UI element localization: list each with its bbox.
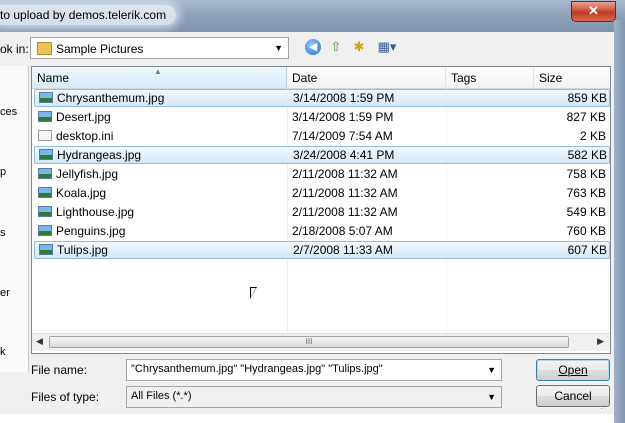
image-file-icon — [38, 206, 52, 217]
file-size-cell: 607 KB — [567, 243, 607, 257]
window-title: to upload by demos.telerik.com — [0, 5, 177, 25]
file-name-cell: Koala.jpg — [56, 186, 107, 200]
look-in-label: ok in: — [0, 42, 29, 56]
place-item[interactable]: er — [0, 287, 10, 299]
file-name-cell: desktop.ini — [56, 129, 114, 143]
image-file-icon — [39, 92, 53, 103]
file-row[interactable]: Penguins.jpg 2/18/2008 5:07 AM 760 KB — [34, 222, 610, 240]
image-file-icon — [38, 111, 52, 122]
close-button[interactable]: ✕ — [571, 1, 616, 22]
file-size-cell: 827 KB — [566, 110, 606, 124]
file-row[interactable]: Koala.jpg 2/11/2008 11:32 AM 763 KB — [34, 184, 610, 202]
file-row[interactable]: Hydrangeas.jpg 3/24/2008 4:41 PM 582 KB — [34, 146, 610, 164]
scroll-left-icon[interactable]: ◀ — [36, 336, 43, 347]
file-name-cell: Tulips.jpg — [57, 243, 108, 257]
place-item[interactable]: s — [0, 227, 6, 239]
file-row[interactable]: desktop.ini 7/14/2009 7:54 AM 2 KB — [34, 127, 610, 145]
file-row[interactable]: Desert.jpg 3/14/2008 1:59 PM 827 KB — [34, 108, 610, 126]
column-header-date[interactable]: Date — [287, 67, 446, 88]
resize-grip-icon[interactable]: ⋰ — [600, 400, 610, 411]
up-folder-icon[interactable]: ⇧ — [329, 38, 343, 56]
place-item[interactable]: k — [0, 346, 6, 358]
file-name-cell: Hydrangeas.jpg — [57, 148, 142, 162]
open-button[interactable]: Open — [536, 359, 610, 381]
file-size-cell: 549 KB — [566, 205, 606, 219]
file-name-cell: Jellyfish.jpg — [56, 167, 119, 181]
file-name-cell: Lighthouse.jpg — [56, 205, 135, 219]
place-item[interactable]: ces — [0, 106, 17, 118]
horizontal-scrollbar[interactable]: ◀ III ▶ — [32, 333, 610, 351]
file-size-cell: 582 KB — [567, 148, 607, 162]
file-date-cell: 2/11/2008 11:32 AM — [292, 167, 398, 181]
file-date-cell: 3/24/2008 4:41 PM — [293, 148, 395, 162]
chevron-down-icon[interactable]: ▼ — [487, 392, 496, 402]
mouse-cursor-icon — [250, 287, 257, 299]
file-date-cell: 3/14/2008 1:59 PM — [292, 110, 394, 124]
file-date-cell: 2/11/2008 11:32 AM — [292, 186, 398, 200]
scrollbar-thumb[interactable]: III — [49, 336, 569, 348]
file-name-cell: Penguins.jpg — [56, 224, 126, 238]
file-size-cell: 763 KB — [566, 186, 606, 200]
file-size-cell: 2 KB — [579, 129, 606, 143]
file-name-cell: Chrysanthemum.jpg — [57, 91, 165, 105]
file-type-label: Files of type: — [31, 390, 100, 404]
settings-file-icon — [38, 130, 52, 141]
image-file-icon — [38, 225, 52, 236]
chevron-down-icon[interactable]: ▼ — [487, 365, 496, 375]
image-file-icon — [38, 168, 52, 179]
file-size-cell: 859 KB — [567, 91, 607, 105]
file-date-cell: 2/11/2008 11:32 AM — [292, 205, 398, 219]
file-list[interactable]: ▲ Name Date Tags Size Chrysanthemum.jpg 3… — [31, 66, 611, 354]
place-item[interactable]: p — [0, 166, 6, 178]
look-in-dropdown[interactable]: Sample Pictures ▼ — [30, 37, 289, 59]
cancel-button[interactable]: Cancel — [536, 385, 610, 407]
file-date-cell: 7/14/2009 7:54 AM — [292, 129, 393, 143]
file-size-cell: 758 KB — [566, 167, 606, 181]
look-in-value: Sample Pictures — [56, 42, 144, 56]
file-date-cell: 2/7/2008 11:33 AM — [293, 243, 393, 257]
column-header-row: ▲ Name Date Tags Size — [32, 67, 610, 89]
folder-icon — [37, 42, 52, 55]
scroll-right-icon[interactable]: ▶ — [597, 336, 604, 347]
image-file-icon — [39, 244, 53, 255]
column-header-name[interactable]: ▲ Name — [32, 67, 287, 88]
file-name-label: File name: — [31, 363, 88, 377]
chevron-down-icon[interactable]: ▼ — [274, 43, 283, 53]
file-type-dropdown[interactable]: All Files (*.*) ▼ — [126, 386, 502, 408]
file-row[interactable]: Tulips.jpg 2/7/2008 11:33 AM 607 KB — [34, 241, 610, 259]
file-dialog: ok in: Sample Pictures ▼ ◀ ⇧ ✱ ▦▾ ces p … — [0, 32, 614, 414]
window-frame-right — [614, 20, 625, 423]
places-bar: ces p s er k — [0, 66, 29, 372]
column-header-tags[interactable]: Tags — [446, 67, 534, 88]
file-row[interactable]: Jellyfish.jpg 2/11/2008 11:32 AM 758 KB — [34, 165, 610, 183]
file-row[interactable]: Lighthouse.jpg 2/11/2008 11:32 AM 549 KB — [34, 203, 610, 221]
file-size-cell: 760 KB — [566, 224, 606, 238]
file-date-cell: 3/14/2008 1:59 PM — [293, 91, 395, 105]
views-menu-icon[interactable]: ▦▾ — [375, 38, 399, 56]
image-file-icon — [38, 187, 52, 198]
image-file-icon — [39, 149, 53, 160]
file-name-field[interactable]: "Chrysanthemum.jpg" "Hydrangeas.jpg" "Tu… — [126, 359, 502, 381]
new-folder-icon[interactable]: ✱ — [351, 38, 367, 56]
file-date-cell: 2/18/2008 5:07 AM — [292, 224, 393, 238]
title-bar: to upload by demos.telerik.com ✕ — [0, 0, 625, 32]
column-header-size[interactable]: Size — [534, 67, 610, 88]
file-row[interactable]: Chrysanthemum.jpg 3/14/2008 1:59 PM 859 KB — [34, 89, 610, 107]
file-type-value: All Files (*.*) — [131, 390, 192, 402]
file-name-cell: Desert.jpg — [56, 110, 111, 124]
sort-ascending-icon: ▲ — [154, 67, 162, 76]
back-arrow-icon[interactable]: ◀ — [305, 39, 321, 55]
file-name-value: "Chrysanthemum.jpg" "Hydrangeas.jpg" "Tu… — [131, 363, 383, 375]
